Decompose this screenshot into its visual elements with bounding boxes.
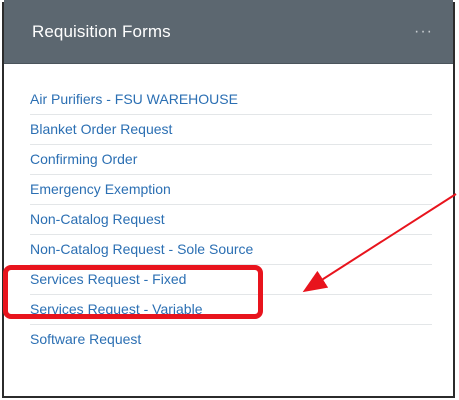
annotation-arrow-icon (302, 193, 457, 293)
